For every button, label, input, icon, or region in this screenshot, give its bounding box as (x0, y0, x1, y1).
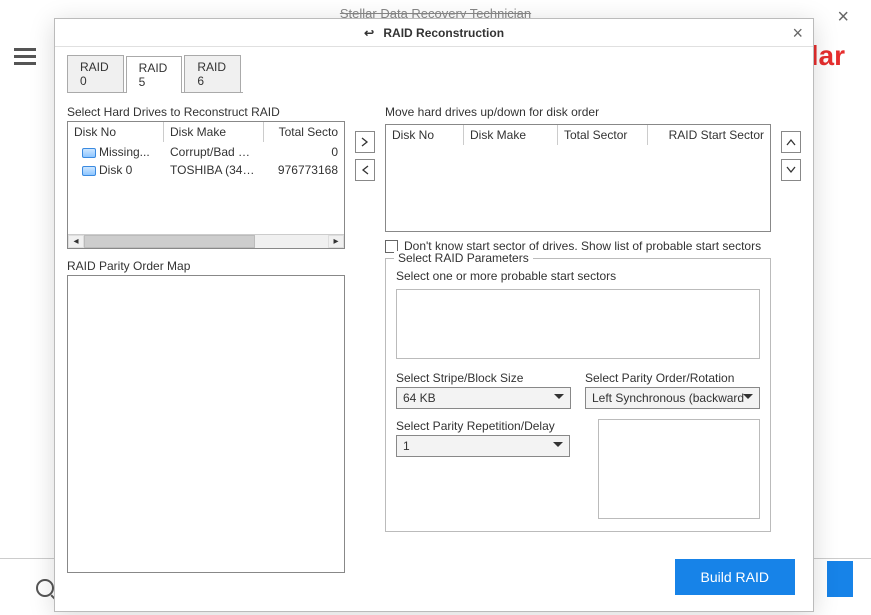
bg-close-icon[interactable]: × (837, 6, 849, 29)
chevron-down-icon (743, 394, 753, 399)
disk-icon (82, 166, 96, 176)
parity-order-label: Select Parity Order/Rotation (585, 371, 760, 385)
search-icon[interactable] (36, 579, 54, 597)
raid-parameters-fieldset: Select RAID Parameters Select one or mor… (385, 258, 771, 532)
move-up-button[interactable] (781, 131, 801, 153)
hamburger-icon[interactable] (14, 44, 36, 69)
scroll-right-icon[interactable]: ▸ (328, 235, 344, 248)
select-drives-label: Select Hard Drives to Reconstruct RAID (67, 105, 345, 119)
parity-rotation-box (598, 419, 760, 519)
cell-disk-make: Corrupt/Bad RA... (164, 143, 264, 161)
horizontal-scrollbar[interactable]: ◂ ▸ (68, 234, 344, 248)
ordered-drives-list[interactable]: Disk No Disk Make Total Sector RAID Star… (385, 124, 771, 232)
raid-tabs: RAID 0 RAID 5 RAID 6 (67, 55, 243, 93)
col-total-sector[interactable]: Total Sector (558, 125, 648, 145)
chevron-left-icon (360, 165, 370, 175)
tab-raid6[interactable]: RAID 6 (184, 55, 241, 92)
stripe-size-select[interactable]: 64 KB (396, 387, 571, 409)
build-raid-button[interactable]: Build RAID (675, 559, 795, 595)
tab-raid5[interactable]: RAID 5 (126, 56, 183, 93)
col-start-sector[interactable]: RAID Start Sector (648, 125, 770, 145)
col-disk-make[interactable]: Disk Make (464, 125, 558, 145)
table-row[interactable]: Missing... Corrupt/Bad RA... 0 (68, 143, 344, 161)
parity-order-select[interactable]: Left Synchronous (backward (585, 387, 760, 409)
move-drives-label: Move hard drives up/down for disk order (385, 105, 771, 119)
scroll-thumb[interactable] (84, 235, 255, 248)
col-disk-make[interactable]: Disk Make (164, 122, 264, 142)
parity-order-value: Left Synchronous (backward (592, 391, 744, 405)
parity-map-label: RAID Parity Order Map (67, 259, 345, 273)
cell-disk-no: Missing... (68, 143, 164, 161)
cell-disk-make: TOSHIBA (34CK... (164, 161, 264, 179)
chevron-down-icon (554, 394, 564, 399)
chevron-up-icon (786, 137, 796, 147)
col-total-sector[interactable]: Total Secto (264, 122, 344, 142)
cell-disk-no: Disk 0 (68, 161, 164, 179)
disk-icon (82, 148, 96, 158)
probable-sectors-list[interactable] (396, 289, 760, 359)
undo-icon: ↪ (364, 19, 374, 47)
dialog-titlebar: ↪ RAID Reconstruction × (55, 19, 813, 47)
cell-sector: 976773168 (264, 161, 344, 179)
move-down-button[interactable] (781, 159, 801, 181)
parity-delay-select[interactable]: 1 (396, 435, 570, 457)
chevron-right-icon (360, 137, 370, 147)
probable-sectors-label: Select one or more probable start sector… (396, 269, 760, 283)
col-disk-no[interactable]: Disk No (68, 122, 164, 142)
col-disk-no[interactable]: Disk No (386, 125, 464, 145)
source-drives-list[interactable]: Disk No Disk Make Total Secto Missing...… (67, 121, 345, 249)
chevron-down-icon (553, 442, 563, 447)
dialog-title: ↪ RAID Reconstruction (55, 19, 813, 47)
tab-raid0[interactable]: RAID 0 (67, 55, 124, 92)
chevron-down-icon (786, 165, 796, 175)
dialog-title-text: RAID Reconstruction (383, 26, 504, 40)
table-row[interactable]: Disk 0 TOSHIBA (34CK... 976773168 (68, 161, 344, 179)
close-icon[interactable]: × (792, 23, 803, 44)
raid-reconstruction-dialog: ↪ RAID Reconstruction × RAID 0 RAID 5 RA… (54, 18, 814, 612)
stripe-size-value: 64 KB (403, 391, 436, 405)
stripe-size-label: Select Stripe/Block Size (396, 371, 571, 385)
move-right-button[interactable] (355, 131, 375, 153)
cell-sector: 0 (264, 143, 344, 161)
move-left-button[interactable] (355, 159, 375, 181)
bg-primary-button-fragment[interactable] (827, 561, 853, 597)
scroll-left-icon[interactable]: ◂ (68, 235, 84, 248)
raid-parameters-legend: Select RAID Parameters (394, 251, 533, 265)
parity-map-box (67, 275, 345, 573)
parity-delay-label: Select Parity Repetition/Delay (396, 419, 570, 433)
parity-delay-value: 1 (403, 439, 410, 453)
